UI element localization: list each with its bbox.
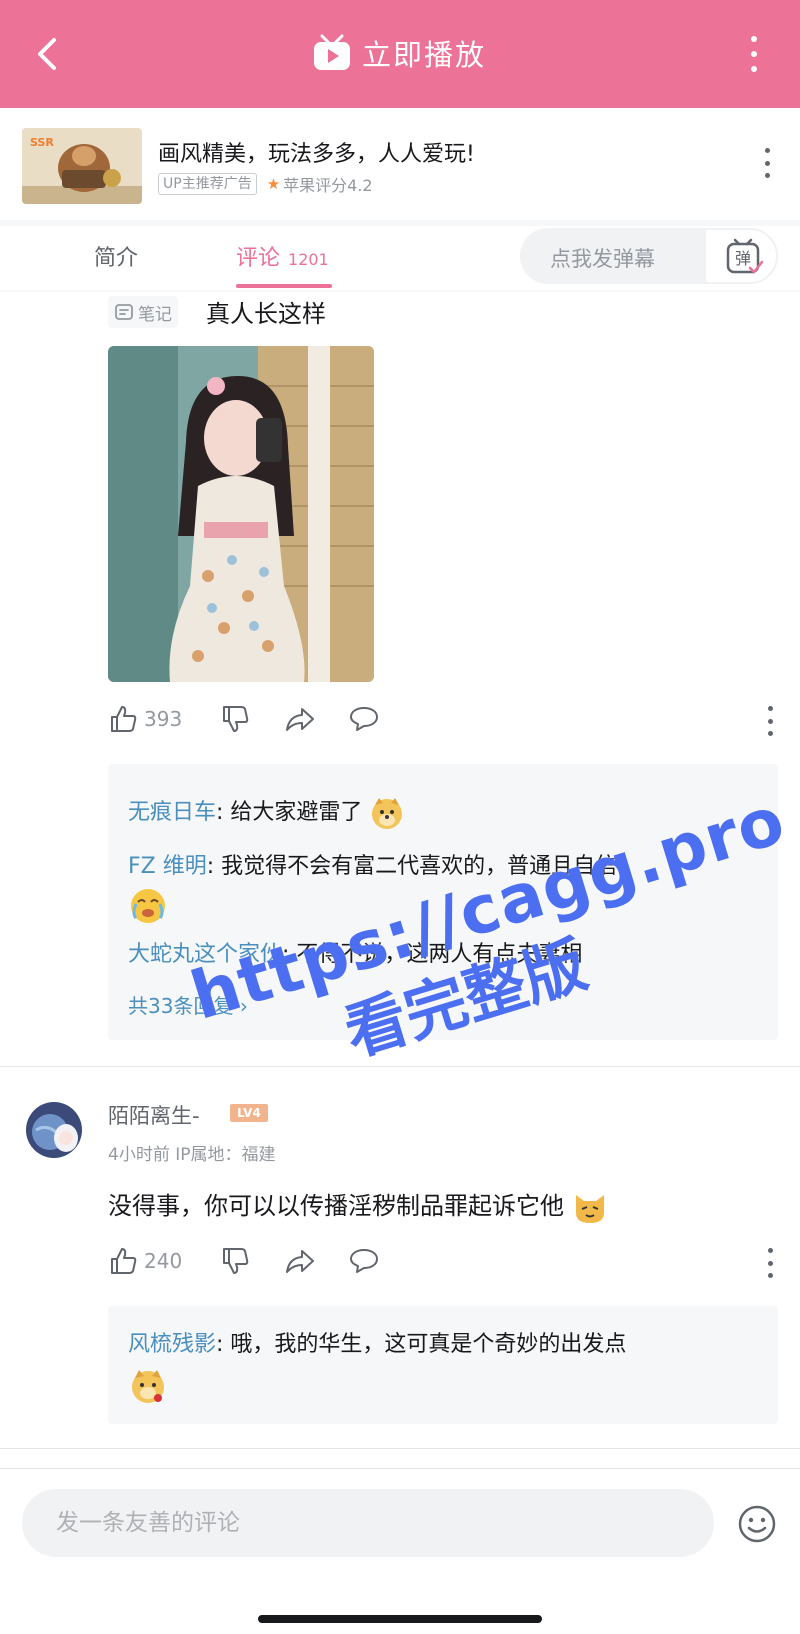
reply-text: : 哦，我的华生，这可真是个奇妙的出发点 <box>216 1332 627 1357</box>
dot-icon <box>767 706 773 711</box>
comment-photo[interactable] <box>108 346 374 682</box>
comment-more-button[interactable] <box>765 1248 775 1278</box>
comment-separator <box>0 1448 800 1449</box>
thumbs-up-icon <box>111 706 137 732</box>
home-indicator <box>258 1615 542 1623</box>
tv-play-icon <box>314 34 350 70</box>
dot-icon <box>767 1260 773 1266</box>
ad-more-button[interactable] <box>762 148 772 178</box>
comment-more-button[interactable] <box>765 706 775 736</box>
svg-text:弹: 弹 <box>735 249 751 268</box>
crying-emoji <box>128 886 168 930</box>
ad-title: 画风精美，玩法多多，人人爱玩! <box>158 142 475 167</box>
star-icon: ★ <box>266 175 281 193</box>
reply-preview[interactable]: 风梳残影: 哦，我的华生，这可真是个奇妙的出发点 <box>108 1306 778 1424</box>
comment-input[interactable] <box>22 1489 714 1557</box>
reply-username[interactable]: 风梳残影 <box>128 1332 216 1357</box>
reply-text: : 不得不说，这两人有点夫妻相 <box>282 942 583 967</box>
comment-count: 1201 <box>288 250 329 269</box>
reply-text: : 给大家避雷了 <box>216 800 363 825</box>
reply-button[interactable] <box>348 1246 380 1276</box>
smiley-icon <box>738 1505 776 1543</box>
ad-banner[interactable]: SSR 画风精美，玩法多多，人人爱玩! UP主推荐广告 ★ 苹果评分4.2 <box>0 108 800 220</box>
danmaku-input[interactable]: 点我发弹幕 弹 <box>520 228 778 284</box>
dislike-button[interactable] <box>220 704 250 734</box>
dislike-button[interactable] <box>220 1246 250 1276</box>
like-count: 240 <box>144 1249 183 1273</box>
reply-item: 风梳残影: 哦，我的华生，这可真是个奇妙的出发点 <box>128 1326 626 1358</box>
dot-icon <box>767 718 773 724</box>
reply-username[interactable]: FZ 维明 <box>128 854 207 879</box>
more-options-button[interactable] <box>742 30 766 78</box>
reply-username[interactable]: 大蛇丸这个家伙 <box>128 942 282 967</box>
reply-preview[interactable]: 无痕日车: 给大家避雷了 FZ 维明: 我觉得不会有富二代喜欢的，普通且自信 大… <box>108 764 778 1040</box>
share-icon <box>286 708 314 731</box>
dot-icon <box>767 1248 773 1253</box>
user-level-badge: LV4 <box>230 1104 268 1122</box>
reply-username[interactable]: 无痕日车 <box>128 800 216 825</box>
dot-icon <box>767 731 773 736</box>
note-icon <box>115 304 133 320</box>
share-button[interactable] <box>284 704 316 734</box>
play-now-button[interactable]: 立即播放 <box>312 28 486 78</box>
dot-icon <box>764 173 770 178</box>
top-bar: 立即播放 <box>0 0 800 108</box>
reply-text: : 我觉得不会有富二代喜欢的，普通且自信 <box>206 854 618 879</box>
speech-bubble-icon <box>350 1249 378 1273</box>
thumbs-down-icon <box>223 1248 249 1274</box>
danmaku-placeholder: 点我发弹幕 <box>550 247 655 271</box>
comment-actions: 240 <box>108 1246 778 1278</box>
svg-text:SSR: SSR <box>30 136 54 149</box>
note-badge: 笔记 <box>108 296 178 328</box>
ad-tag: UP主推荐广告 <box>158 173 257 195</box>
doge-rose-emoji <box>128 1366 168 1410</box>
danmaku-toggle-button[interactable]: 弹 <box>704 228 778 284</box>
dot-icon <box>767 1273 773 1278</box>
dot-icon <box>751 51 757 57</box>
share-button[interactable] <box>284 1246 316 1276</box>
thumbs-down-icon <box>223 706 249 732</box>
reply-button[interactable] <box>348 704 380 734</box>
tab-comments-label: 评论 <box>236 246 281 271</box>
chevron-right-icon: › <box>239 994 248 1018</box>
active-tab-indicator <box>236 284 332 288</box>
comment-separator <box>0 1066 800 1067</box>
doge-emoji <box>372 798 403 829</box>
tab-intro[interactable]: 简介 <box>94 240 138 272</box>
reply-item: 大蛇丸这个家伙: 不得不说，这两人有点夫妻相 <box>128 936 582 968</box>
dot-icon <box>764 160 770 166</box>
speech-bubble-icon <box>350 707 378 731</box>
reply-item: FZ 维明: 我觉得不会有富二代喜欢的，普通且自信 <box>128 848 617 880</box>
comment-actions: 393 <box>108 704 778 736</box>
comment-text: 没得事，你可以以传播淫秽制品罪起诉它他 <box>108 1186 608 1225</box>
avatar[interactable] <box>26 1102 82 1158</box>
like-button[interactable]: 240 <box>108 1246 182 1276</box>
comment-username[interactable]: 陌陌离生- <box>108 1100 200 1130</box>
tab-comments[interactable]: 评论 1201 <box>236 240 329 272</box>
chevron-left-icon <box>38 38 56 70</box>
comment-text: 真人长这样 <box>206 300 326 328</box>
dot-icon <box>764 148 770 153</box>
page-title: 立即播放 <box>362 38 487 72</box>
comment-composer <box>0 1468 800 1634</box>
dot-icon <box>751 36 757 42</box>
thumbs-up-icon <box>111 1248 137 1274</box>
like-button[interactable]: 393 <box>108 704 182 734</box>
cat-emoji <box>575 1195 604 1223</box>
dot-icon <box>751 66 757 72</box>
back-button[interactable] <box>28 32 72 76</box>
ad-thumbnail: SSR <box>22 128 142 204</box>
comment-meta: 4小时前 IP属地：福建 <box>108 1145 276 1165</box>
danmaku-icon: 弹 <box>726 238 764 274</box>
emoji-button[interactable] <box>736 1503 778 1545</box>
like-count: 393 <box>144 707 183 731</box>
ad-rating: ★ 苹果评分4.2 <box>266 175 373 195</box>
view-all-replies-link[interactable]: 共33条回复 › <box>128 990 248 1019</box>
share-icon <box>286 1250 314 1273</box>
reply-item: 无痕日车: 给大家避雷了 <box>128 794 405 831</box>
